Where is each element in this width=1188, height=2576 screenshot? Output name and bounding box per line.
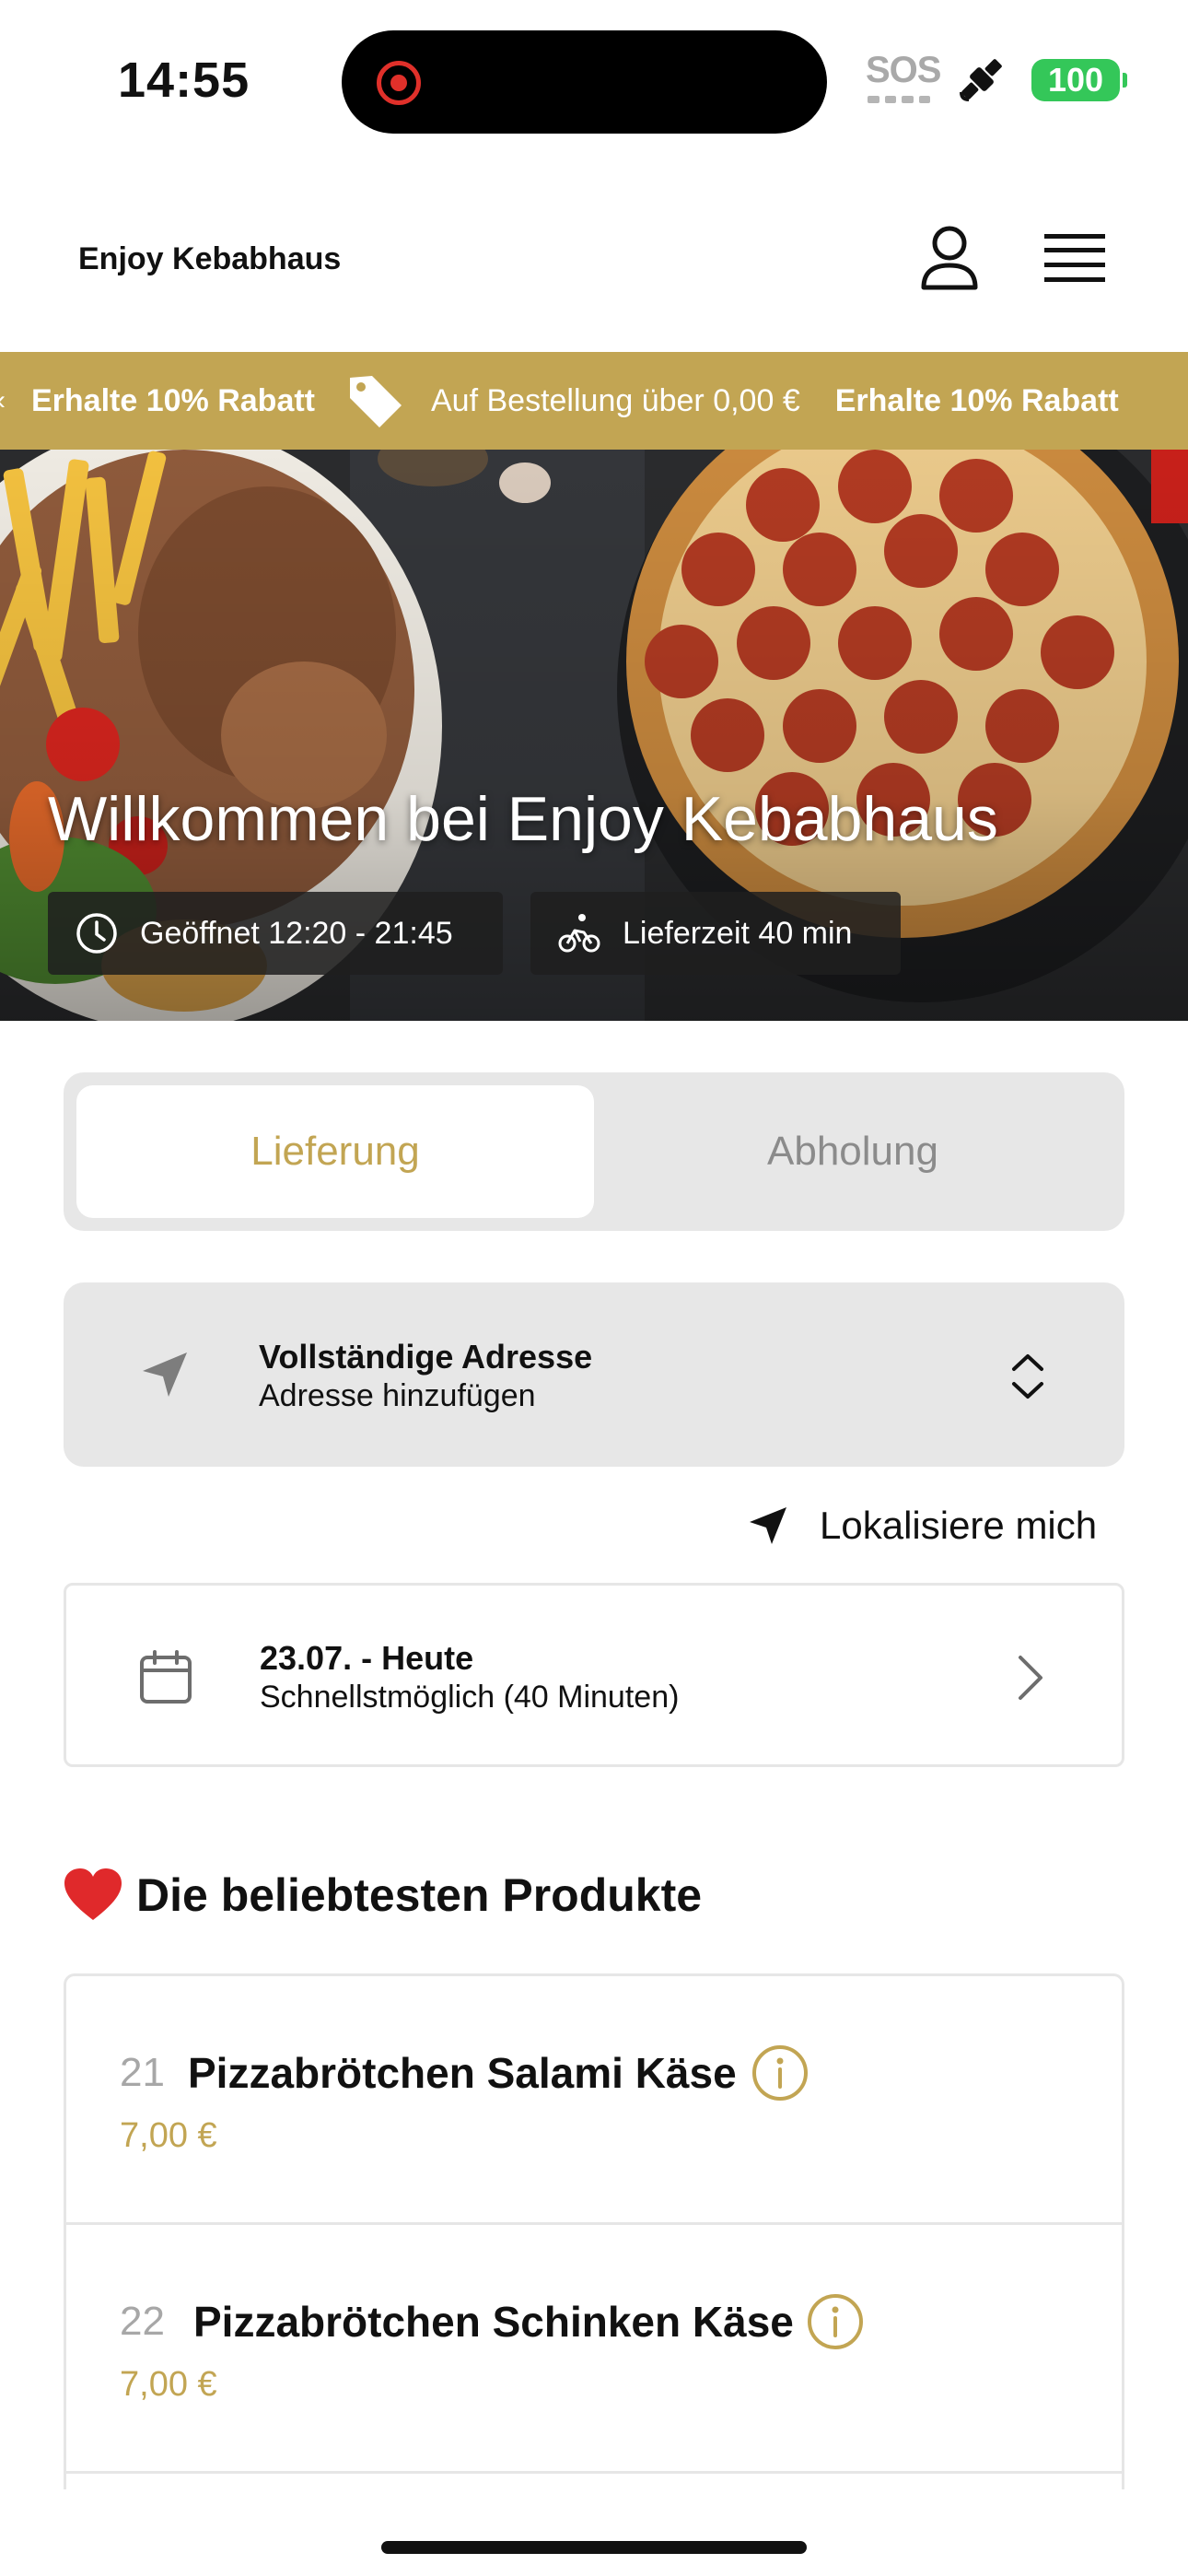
product-item[interactable]: 22 Pizzabrötchen Schinken Käse 7,00 €: [66, 2225, 1122, 2474]
welcome-title: Willkommen bei Enjoy Kebabhaus: [48, 784, 998, 854]
signal-dots-icon: [868, 96, 930, 103]
satellite-icon: [960, 59, 1002, 101]
bike-courier-icon: [558, 914, 600, 953]
status-time: 14:55: [118, 53, 250, 108]
home-indicator[interactable]: [381, 2541, 807, 2554]
product-number: 21: [120, 2050, 165, 2095]
promo-banner: ‹ Erhalte 10% Rabatt Auf Bestellung über…: [0, 352, 1188, 450]
recording-icon: [377, 61, 421, 105]
opening-hours-text: Geöffnet 12:20 - 21:45: [140, 915, 453, 951]
delivery-time-selector[interactable]: 23.07. - Heute Schnellstmöglich (40 Minu…: [64, 1583, 1124, 1767]
app-header: Enjoy Kebabhaus: [0, 184, 1188, 350]
battery-indicator: 100: [1031, 59, 1120, 101]
delivery-time-text: Lieferzeit 40 min: [623, 915, 853, 951]
calendar-icon: [140, 1650, 192, 1704]
popular-title-text: Die beliebtesten Produkte: [136, 1869, 703, 1921]
address-selector[interactable]: Vollständige Adresse Adresse hinzufügen: [64, 1282, 1124, 1467]
opening-hours-badge: Geöffnet 12:20 - 21:45: [48, 892, 503, 975]
navigation-arrow-icon: [750, 1507, 786, 1544]
product-price: 7,00 €: [120, 2116, 217, 2155]
info-icon[interactable]: [807, 2293, 864, 2350]
address-subtitle: Adresse hinzufügen: [259, 1378, 536, 1413]
tag-icon: [350, 376, 402, 427]
user-icon[interactable]: [919, 225, 980, 291]
product-name: Pizzabrötchen Schinken Käse: [193, 2298, 794, 2346]
promo-text: Erhalte 10% Rabatt: [834, 382, 1119, 418]
brand-name[interactable]: Enjoy Kebabhaus: [78, 241, 341, 277]
sos-label: SOS: [866, 50, 941, 90]
order-type-toggle: Lieferung Abholung: [64, 1072, 1124, 1231]
product-item[interactable]: 21 Pizzabrötchen Salami Käse 7,00 €: [66, 1976, 1122, 2225]
heart-icon: [64, 1868, 122, 1920]
hamburger-menu-icon[interactable]: [1044, 232, 1105, 284]
tab-delivery[interactable]: Lieferung: [76, 1085, 594, 1218]
product-price: 7,00 €: [120, 2365, 217, 2404]
chevron-up-down-icon: [1012, 1354, 1043, 1399]
promo-text: Auf Bestellung über 0,00 €: [431, 382, 800, 418]
info-icon[interactable]: [751, 2044, 809, 2102]
location-arrow-icon: [143, 1352, 187, 1397]
delivery-date: 23.07. - Heute: [260, 1639, 474, 1677]
chevron-right-icon: [1019, 1656, 1042, 1700]
section-title-popular: Die beliebtesten Produkte: [64, 1863, 702, 1927]
delivery-time-badge: Lieferzeit 40 min: [530, 892, 901, 975]
product-name: Pizzabrötchen Salami Käse: [188, 2049, 737, 2097]
product-number: 22: [120, 2299, 165, 2344]
delivery-time-option: Schnellstmöglich (40 Minuten): [260, 1680, 680, 1715]
address-title: Vollständige Adresse: [259, 1338, 593, 1376]
tab-pickup[interactable]: Abholung: [594, 1085, 1112, 1218]
status-bar: 14:55 SOS 100: [0, 0, 1188, 157]
promo-text: Erhalte 10% Rabatt: [31, 382, 315, 418]
promo-track: ‹ Erhalte 10% Rabatt Auf Bestellung über…: [0, 352, 1119, 450]
dynamic-island: [342, 30, 827, 134]
product-list: 21 Pizzabrötchen Salami Käse 7,00 € 22 P…: [64, 1973, 1124, 2489]
clock-icon: [76, 913, 117, 954]
locate-me-label: Lokalisiere mich: [820, 1504, 1098, 1547]
locate-me-button[interactable]: Lokalisiere mich: [746, 1496, 1097, 1555]
battery-tip: [1123, 73, 1127, 88]
hero-banner: Willkommen bei Enjoy Kebabhaus Geöffnet …: [0, 450, 1188, 1021]
